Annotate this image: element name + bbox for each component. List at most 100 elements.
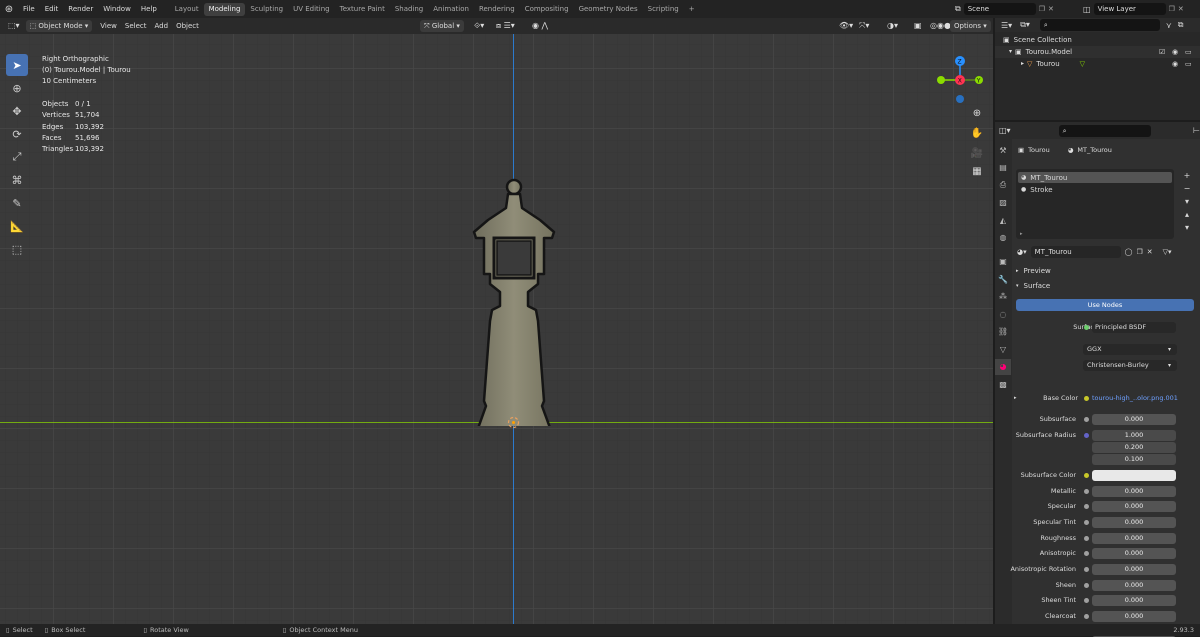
fake-user-icon[interactable]: ◯ xyxy=(1125,248,1133,256)
view-layer-tab-icon[interactable]: ▨ xyxy=(995,195,1011,211)
scale-tool-icon[interactable]: ⤢ xyxy=(6,146,28,168)
gizmo-z-neg-icon[interactable] xyxy=(956,95,964,103)
input-socket-icon[interactable] xyxy=(1084,519,1089,525)
copy-view-layer-icon[interactable]: ❐ xyxy=(1169,5,1175,13)
use-nodes-button[interactable]: Use Nodes xyxy=(1016,299,1194,311)
base-color-texture-link[interactable]: tourou-high_..olor.png.001 xyxy=(1092,393,1178,404)
scene-tab-icon[interactable]: ◭ xyxy=(995,212,1011,228)
select-tool-icon[interactable]: ➤ xyxy=(6,54,28,76)
modifier-tab-icon[interactable]: 🔧 xyxy=(995,271,1011,287)
remove-slot-icon[interactable]: − xyxy=(1180,182,1194,195)
input-socket-icon[interactable] xyxy=(1084,582,1089,588)
tab-rendering[interactable]: Rendering xyxy=(474,3,520,16)
list-expand-icon[interactable]: ▸ xyxy=(1020,231,1023,237)
overlay-toggle-icon[interactable]: ◑▾ xyxy=(883,20,902,32)
collapse-arrow-icon[interactable]: ▸ xyxy=(1016,268,1019,274)
menu-file[interactable]: File xyxy=(18,0,40,18)
gizmo-y-neg-icon[interactable] xyxy=(937,76,945,84)
material-slot-item[interactable]: ◕ MT_Tourou xyxy=(1018,172,1172,183)
material-tab-icon[interactable]: ◕ xyxy=(995,358,1011,375)
orientation-dropdown[interactable]: ⤧ Global ▾ xyxy=(420,20,464,32)
render-camera-icon[interactable]: ▭ xyxy=(1185,46,1192,58)
view-layer-field[interactable]: View Layer xyxy=(1093,3,1166,15)
scene-collection-row[interactable]: ▣ Scene Collection xyxy=(995,34,1200,46)
scene-icon[interactable]: ⧉ xyxy=(955,4,961,14)
tab-shading[interactable]: Shading xyxy=(390,3,428,16)
bsdf-value-field[interactable]: 0.000 xyxy=(1092,547,1176,559)
bsdf-value-field[interactable]: 0.000 xyxy=(1092,594,1176,606)
tool-tab-icon[interactable]: ⚒ xyxy=(995,142,1011,158)
editor-type-icon[interactable]: ⬚▾ xyxy=(4,20,24,32)
menu-select[interactable]: Select xyxy=(121,20,151,32)
input-socket-icon[interactable] xyxy=(1084,472,1089,478)
bsdf-value-field[interactable]: 0.000 xyxy=(1092,610,1176,622)
duplicate-material-icon[interactable]: ❐ xyxy=(1136,248,1142,256)
tourou-lantern-model[interactable] xyxy=(468,176,560,426)
collection-row[interactable]: ▾ ▣ Tourou.Model ☑ ◉ ▭ xyxy=(995,46,1200,58)
navigation-gizmo[interactable]: Z Y X xyxy=(933,52,989,108)
output-tab-icon[interactable]: ⎙ xyxy=(995,177,1011,193)
menu-add[interactable]: Add xyxy=(151,20,173,32)
move-up-icon[interactable]: ▴ xyxy=(1180,208,1194,221)
move-tool-icon[interactable]: ✥ xyxy=(6,100,28,122)
pan-hand-icon[interactable]: ✋ xyxy=(968,124,986,142)
menu-window[interactable]: Window xyxy=(98,0,136,18)
outliner-editor-icon[interactable]: ☰▾ xyxy=(1001,21,1012,30)
bsdf-value-field[interactable]: 0.000 xyxy=(1092,579,1176,591)
visibility-eye-icon[interactable]: ◉ xyxy=(1172,58,1178,70)
add-cube-tool-icon[interactable]: ⬚ xyxy=(6,238,28,260)
input-socket-icon[interactable] xyxy=(1084,613,1089,619)
bsdf-value-field[interactable]: 0.000 xyxy=(1092,500,1176,512)
dropdown-arrow-icon[interactable]: ▾ xyxy=(1168,346,1171,353)
pin-icon[interactable]: ⊢ xyxy=(1193,126,1200,135)
properties-search-input[interactable]: ⌕ xyxy=(1058,124,1152,137)
proportional-edit-icon[interactable]: ◉ ⋀ xyxy=(528,20,552,32)
add-workspace-icon[interactable]: + xyxy=(684,3,700,16)
menu-object[interactable]: Object xyxy=(172,20,203,32)
outliner-filter-icon[interactable]: ⧉▾ xyxy=(1020,20,1030,30)
material-browse-icon[interactable]: ◕▾ xyxy=(1017,248,1027,256)
input-socket-icon[interactable] xyxy=(1084,535,1089,541)
properties-editor-icon[interactable]: ◫▾ xyxy=(999,126,1011,135)
link-type-icon[interactable]: ▽▾ xyxy=(1163,248,1172,256)
unlink-material-icon[interactable]: ✕ xyxy=(1147,248,1153,256)
tab-uv-editing[interactable]: UV Editing xyxy=(288,3,335,16)
xray-toggle-icon[interactable]: ▣ xyxy=(910,20,926,32)
object-tab-icon[interactable]: ▣ xyxy=(995,254,1011,270)
bsdf-value-field[interactable]: 0.000 xyxy=(1092,413,1176,425)
tab-texture-paint[interactable]: Texture Paint xyxy=(335,3,390,16)
bsdf-value-field[interactable]: 0.000 xyxy=(1092,485,1176,497)
bsdf-value-field[interactable]: 0.100 xyxy=(1092,453,1176,465)
bsdf-value-field[interactable]: 0.000 xyxy=(1092,516,1176,528)
color-socket-icon[interactable] xyxy=(1084,395,1089,401)
material-slot-item[interactable]: ● Stroke xyxy=(1018,184,1172,195)
remove-scene-icon[interactable]: ✕ xyxy=(1048,5,1054,13)
subsurface-color-swatch[interactable] xyxy=(1092,469,1176,481)
world-tab-icon[interactable]: ◍ xyxy=(995,230,1011,246)
view-layer-icon[interactable]: ◫ xyxy=(1083,5,1091,14)
input-socket-icon[interactable] xyxy=(1084,566,1089,572)
object-row[interactable]: ▸ ▽ Tourou ▽ ◉ ▭ xyxy=(995,58,1200,70)
render-tab-icon[interactable]: ▤ xyxy=(995,160,1011,176)
surface-section[interactable]: ▾ Surface xyxy=(1012,279,1200,292)
blender-logo-icon[interactable]: ⊛ xyxy=(0,0,18,18)
gizmo-toggle-icon[interactable]: ⤧▾ xyxy=(855,20,873,32)
expand-arrow-icon[interactable]: ▾ xyxy=(1016,283,1019,289)
filter-funnel-icon[interactable]: ⋎ xyxy=(1166,21,1172,30)
zoom-icon[interactable]: ⊕ xyxy=(968,104,986,122)
input-socket-icon[interactable] xyxy=(1084,432,1089,438)
bsdf-value-field[interactable]: 1.000 xyxy=(1092,429,1176,441)
dropdown-arrow-icon[interactable]: ▾ xyxy=(1168,362,1171,369)
cursor-tool-icon[interactable]: ⊕ xyxy=(6,77,28,99)
constraints-tab-icon[interactable]: ⛓ xyxy=(995,324,1011,340)
shader-socket-icon[interactable] xyxy=(1084,324,1089,330)
tab-compositing[interactable]: Compositing xyxy=(520,3,574,16)
object-mode-dropdown[interactable]: ⬚ Object Mode ▾ xyxy=(25,20,93,32)
slot-specials-icon[interactable]: ▾ xyxy=(1180,195,1194,208)
bsdf-value-field[interactable]: 0.000 xyxy=(1092,563,1176,575)
input-socket-icon[interactable] xyxy=(1084,550,1089,556)
snap-icon[interactable]: ⧈ ☰▾ xyxy=(492,20,519,32)
tab-sculpting[interactable]: Sculpting xyxy=(245,3,288,16)
subsurface-method-dropdown[interactable]: Christensen-Burley xyxy=(1083,359,1177,371)
data-tab-icon[interactable]: ▽ xyxy=(995,341,1011,357)
